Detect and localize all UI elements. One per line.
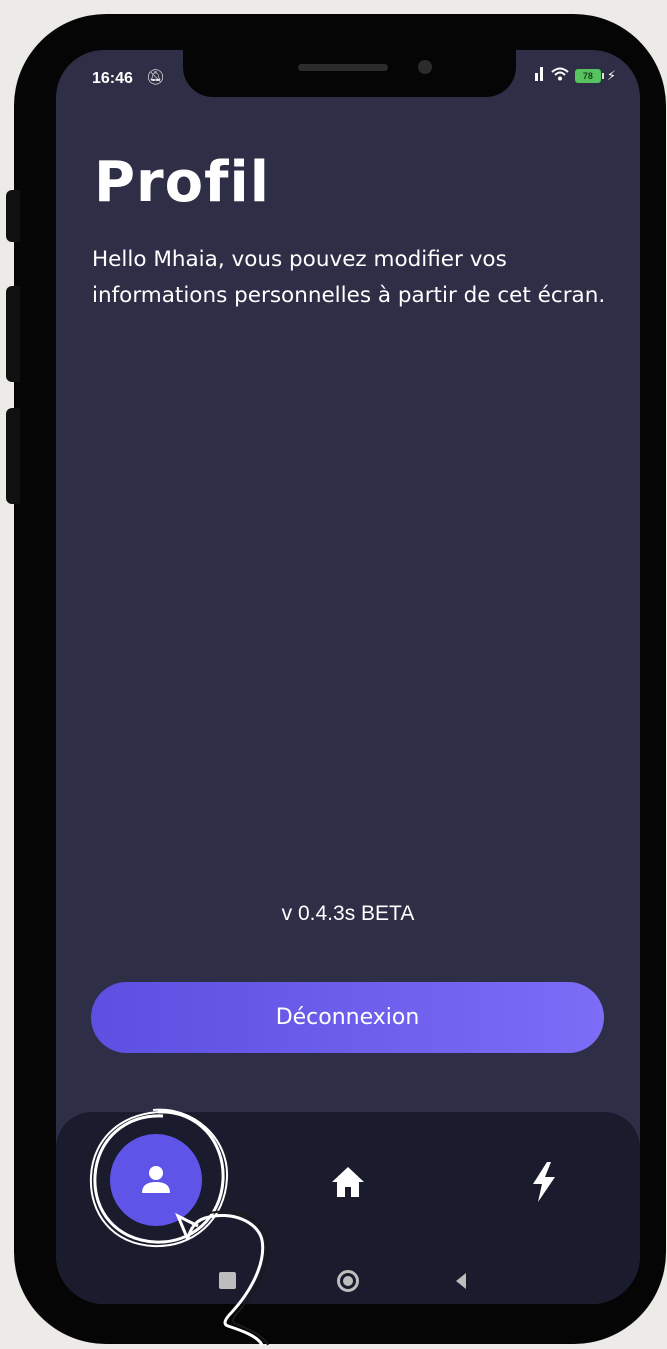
phone-screen: 16:46 🔕︎ 78 ⚡︎ Profil Hello Mhaia, vous … xyxy=(56,50,640,1304)
phone-volume-up-button xyxy=(6,286,20,382)
status-left-icons: 🔕︎ xyxy=(146,68,165,86)
home-icon xyxy=(332,1167,364,1197)
phone-volume-down-button xyxy=(6,408,20,504)
status-right-icons: 78 ⚡︎ xyxy=(534,67,616,85)
system-navigation-bar xyxy=(56,1262,640,1302)
status-time: 16:46 xyxy=(92,70,133,87)
intro-text: Hello Mhaia, vous pouvez modifier vos in… xyxy=(92,247,606,308)
wifi-icon xyxy=(551,67,569,85)
recents-button[interactable] xyxy=(219,1272,236,1289)
bottom-navigation xyxy=(56,1108,640,1304)
speaker-grill xyxy=(298,64,388,71)
page-title: Profil xyxy=(94,150,270,215)
back-button[interactable] xyxy=(456,1273,466,1289)
nav-profile-button[interactable] xyxy=(110,1134,202,1226)
version-label: v 0.4.3s BETA xyxy=(281,902,415,925)
bell-off-icon: 🔕︎ xyxy=(146,68,166,86)
front-camera xyxy=(418,60,432,74)
battery-icon: 78 xyxy=(574,69,604,83)
nav-home-button[interactable] xyxy=(318,1152,378,1212)
user-icon xyxy=(142,1166,170,1193)
logout-button[interactable]: Déconnexion xyxy=(91,982,604,1053)
phone-side-button xyxy=(6,190,20,242)
camera-notch xyxy=(183,50,516,97)
lightning-icon xyxy=(533,1162,555,1202)
nav-activity-button[interactable] xyxy=(514,1152,574,1212)
signal-icon xyxy=(534,67,545,85)
charging-icon: ⚡︎ xyxy=(606,68,616,84)
system-home-button[interactable] xyxy=(337,1270,359,1292)
